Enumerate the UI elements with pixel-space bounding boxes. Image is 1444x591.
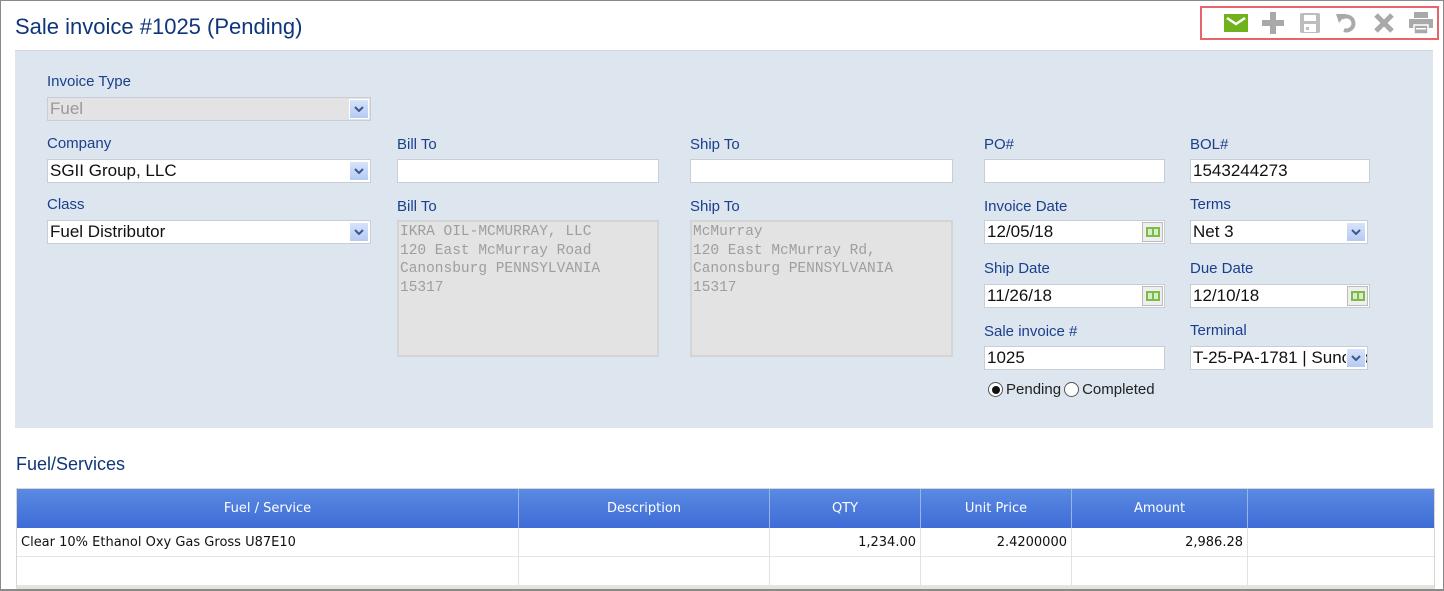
terminal-value: T-25-PA-1781 | Sunoco [1193, 348, 1368, 367]
calendar-icon[interactable] [1142, 222, 1163, 242]
ship-to-address-label: Ship To [690, 198, 740, 215]
ship-to-address-textarea[interactable]: McMurray 120 East McMurray Rd, Canonsbur… [690, 220, 953, 357]
invoice-date-value: 12/05/18 [987, 222, 1054, 241]
table-row[interactable] [17, 557, 1434, 586]
print-button[interactable] [1408, 11, 1433, 35]
company-value: SGII Group, LLC [50, 161, 177, 180]
cell-extra [1248, 528, 1434, 556]
chevron-down-icon[interactable] [1346, 348, 1366, 368]
cell-fuel-service[interactable] [17, 557, 519, 585]
cell-fuel-service[interactable]: Clear 10% Ethanol Oxy Gas Gross U87E10 [17, 528, 519, 556]
grid-header: Fuel / Service Description QTY Unit Pric… [17, 489, 1434, 528]
chevron-down-icon[interactable] [349, 161, 369, 181]
ship-date-label: Ship Date [984, 260, 1050, 277]
plus-icon [1261, 12, 1284, 34]
cell-amount[interactable]: 2,986.28 [1072, 528, 1248, 556]
po-number-input[interactable] [984, 159, 1165, 183]
cell-unit-price[interactable]: 2.4200000 [921, 528, 1072, 556]
bol-number-input[interactable]: 1543244273 [1190, 159, 1370, 183]
class-select[interactable]: Fuel Distributor [47, 220, 371, 244]
pending-radio-label[interactable]: Pending [1006, 381, 1061, 398]
invoice-date-input[interactable]: 12/05/18 [984, 220, 1165, 244]
invoice-type-label: Invoice Type [47, 73, 131, 90]
toolbar [1200, 6, 1439, 40]
sale-invoice-window: Sale invoice #1025 (Pending) Invoice Typ… [0, 0, 1444, 591]
ship-date-input[interactable]: 11/26/18 [984, 284, 1165, 308]
po-number-label: PO# [984, 136, 1015, 153]
add-button[interactable] [1260, 11, 1285, 35]
class-label: Class [47, 196, 85, 213]
company-select[interactable]: SGII Group, LLC [47, 159, 371, 183]
cell-unit-price[interactable] [921, 557, 1072, 585]
email-button[interactable] [1223, 11, 1248, 35]
column-header-description[interactable]: Description [519, 489, 770, 528]
status-radio-group: Pending Completed [988, 381, 1155, 398]
terminal-select[interactable]: T-25-PA-1781 | Sunoco [1190, 346, 1368, 370]
company-label: Company [47, 135, 112, 152]
chevron-down-icon[interactable] [1346, 222, 1366, 242]
save-button[interactable] [1297, 11, 1322, 35]
invoice-type-value: Fuel [50, 99, 84, 118]
due-date-label: Due Date [1190, 260, 1254, 277]
column-header-qty[interactable]: QTY [770, 489, 921, 528]
floppy-disk-icon [1299, 13, 1320, 33]
column-header-amount[interactable]: Amount [1072, 489, 1248, 528]
cell-extra [1248, 557, 1434, 585]
page-title: Sale invoice #1025 (Pending) [15, 14, 303, 39]
envelope-icon [1223, 14, 1248, 32]
chevron-down-icon[interactable] [349, 222, 369, 242]
due-date-value: 12/10/18 [1193, 286, 1260, 305]
ship-to-name-label: Ship To [690, 136, 740, 153]
pending-radio[interactable] [988, 382, 1003, 397]
terms-select[interactable]: Net 3 [1190, 220, 1368, 244]
bol-number-label: BOL# [1190, 136, 1229, 153]
close-x-icon [1373, 13, 1394, 33]
class-value: Fuel Distributor [50, 222, 166, 241]
table-row[interactable]: Clear 10% Ethanol Oxy Gas Gross U87E10 1… [17, 528, 1434, 557]
cell-description[interactable] [519, 528, 770, 556]
printer-icon [1408, 12, 1433, 34]
cell-qty[interactable]: 1,234.00 [770, 528, 921, 556]
column-header-unit-price[interactable]: Unit Price [921, 489, 1072, 528]
due-date-input[interactable]: 12/10/18 [1190, 284, 1370, 308]
ship-to-name-input[interactable] [690, 159, 953, 183]
invoice-type-select[interactable]: Fuel [47, 97, 371, 121]
bill-to-name-label: Bill To [397, 136, 437, 153]
chevron-down-icon[interactable] [349, 99, 369, 119]
terminal-label: Terminal [1190, 322, 1247, 339]
calendar-icon[interactable] [1347, 286, 1368, 306]
sale-invoice-number-input[interactable]: 1025 [984, 346, 1165, 370]
cell-description[interactable] [519, 557, 770, 585]
cell-qty[interactable] [770, 557, 921, 585]
terms-label: Terms [1190, 196, 1231, 213]
completed-radio-label[interactable]: Completed [1082, 381, 1155, 398]
delete-button[interactable] [1371, 11, 1396, 35]
bill-to-address-textarea[interactable]: IKRA OIL-MCMURRAY, LLC 120 East McMurray… [397, 220, 659, 357]
ship-date-value: 11/26/18 [987, 286, 1052, 305]
column-header-fuel-service[interactable]: Fuel / Service [17, 489, 519, 528]
completed-radio[interactable] [1064, 382, 1080, 397]
fuel-services-grid: Fuel / Service Description QTY Unit Pric… [16, 488, 1435, 589]
sale-invoice-number-label: Sale invoice # [984, 323, 1078, 340]
undo-icon [1335, 14, 1355, 33]
invoice-date-label: Invoice Date [984, 198, 1068, 215]
calendar-icon[interactable] [1142, 286, 1163, 306]
column-header-extra [1248, 489, 1434, 528]
cell-amount[interactable] [1072, 557, 1248, 585]
terms-value: Net 3 [1193, 222, 1234, 241]
bill-to-address-label: Bill To [397, 198, 437, 215]
undo-button[interactable] [1334, 11, 1359, 35]
bill-to-name-input[interactable] [397, 159, 659, 183]
fuel-services-title: Fuel/Services [16, 454, 126, 474]
